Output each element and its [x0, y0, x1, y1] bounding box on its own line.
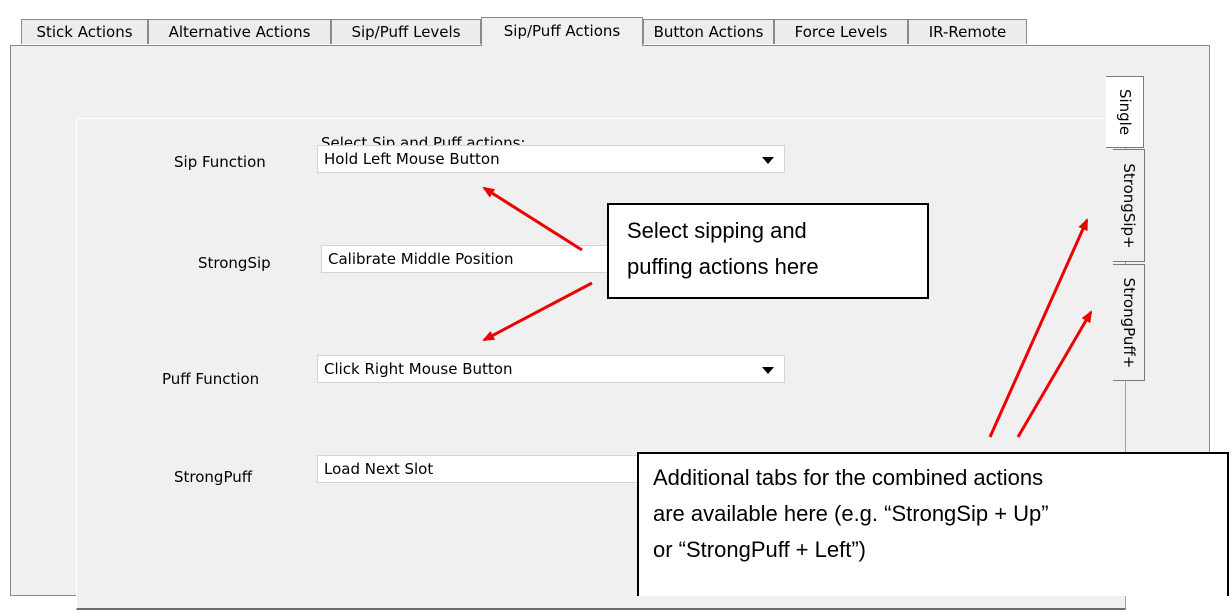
callout-select-line-2: puffing actions here: [627, 254, 819, 279]
tab-ir-remote[interactable]: IR-Remote: [908, 19, 1027, 44]
puff-function-value: Click Right Mouse Button: [324, 360, 513, 378]
side-tab-single-label: Single: [1115, 88, 1134, 136]
strongpuff-label: StrongPuff: [174, 468, 253, 486]
puff-function-label: Puff Function: [162, 370, 260, 388]
callout-additional-line-3: or “StrongPuff + Left”): [653, 537, 866, 562]
chevron-down-icon: [762, 367, 774, 374]
side-tab-strongsip-plus-label: StrongSip+: [1119, 162, 1138, 249]
puff-function-select[interactable]: Click Right Mouse Button: [317, 355, 785, 383]
tab-force-levels[interactable]: Force Levels: [774, 19, 908, 44]
side-tab-strongpuff-plus[interactable]: StrongPuff+: [1113, 264, 1145, 381]
tab-sip-puff-actions[interactable]: Sip/Puff Actions: [481, 17, 643, 46]
strongsip-label: StrongSip: [198, 254, 271, 272]
strongpuff-select[interactable]: Load Next Slot: [317, 455, 647, 483]
side-tab-strongpuff-plus-label: StrongPuff+: [1119, 277, 1138, 368]
callout-select-actions: Select sipping and puffing actions here: [607, 203, 929, 299]
sip-function-select[interactable]: Hold Left Mouse Button: [317, 145, 785, 173]
tab-alternative-actions[interactable]: Alternative Actions: [148, 19, 331, 44]
callout-select-line-1: Select sipping and: [627, 218, 807, 243]
strongsip-value: Calibrate Middle Position: [328, 250, 514, 268]
sip-function-value: Hold Left Mouse Button: [324, 150, 500, 168]
side-tab-single[interactable]: Single: [1106, 76, 1144, 148]
strongsip-select[interactable]: Calibrate Middle Position: [321, 245, 621, 273]
tab-stick-actions[interactable]: Stick Actions: [21, 19, 148, 44]
callout-additional-line-1: Additional tabs for the combined actions: [653, 465, 1044, 490]
tab-button-actions[interactable]: Button Actions: [643, 19, 774, 44]
sip-function-label: Sip Function: [174, 153, 266, 171]
callout-additional-tabs: Additional tabs for the combined actions…: [637, 452, 1229, 596]
side-tab-strongsip-plus[interactable]: StrongSip+: [1113, 149, 1145, 262]
chevron-down-icon: [762, 157, 774, 164]
strongpuff-value: Load Next Slot: [324, 460, 434, 478]
callout-additional-line-2: are available here (e.g. “StrongSip + Up…: [653, 501, 1049, 526]
tab-sip-puff-levels[interactable]: Sip/Puff Levels: [331, 19, 481, 44]
